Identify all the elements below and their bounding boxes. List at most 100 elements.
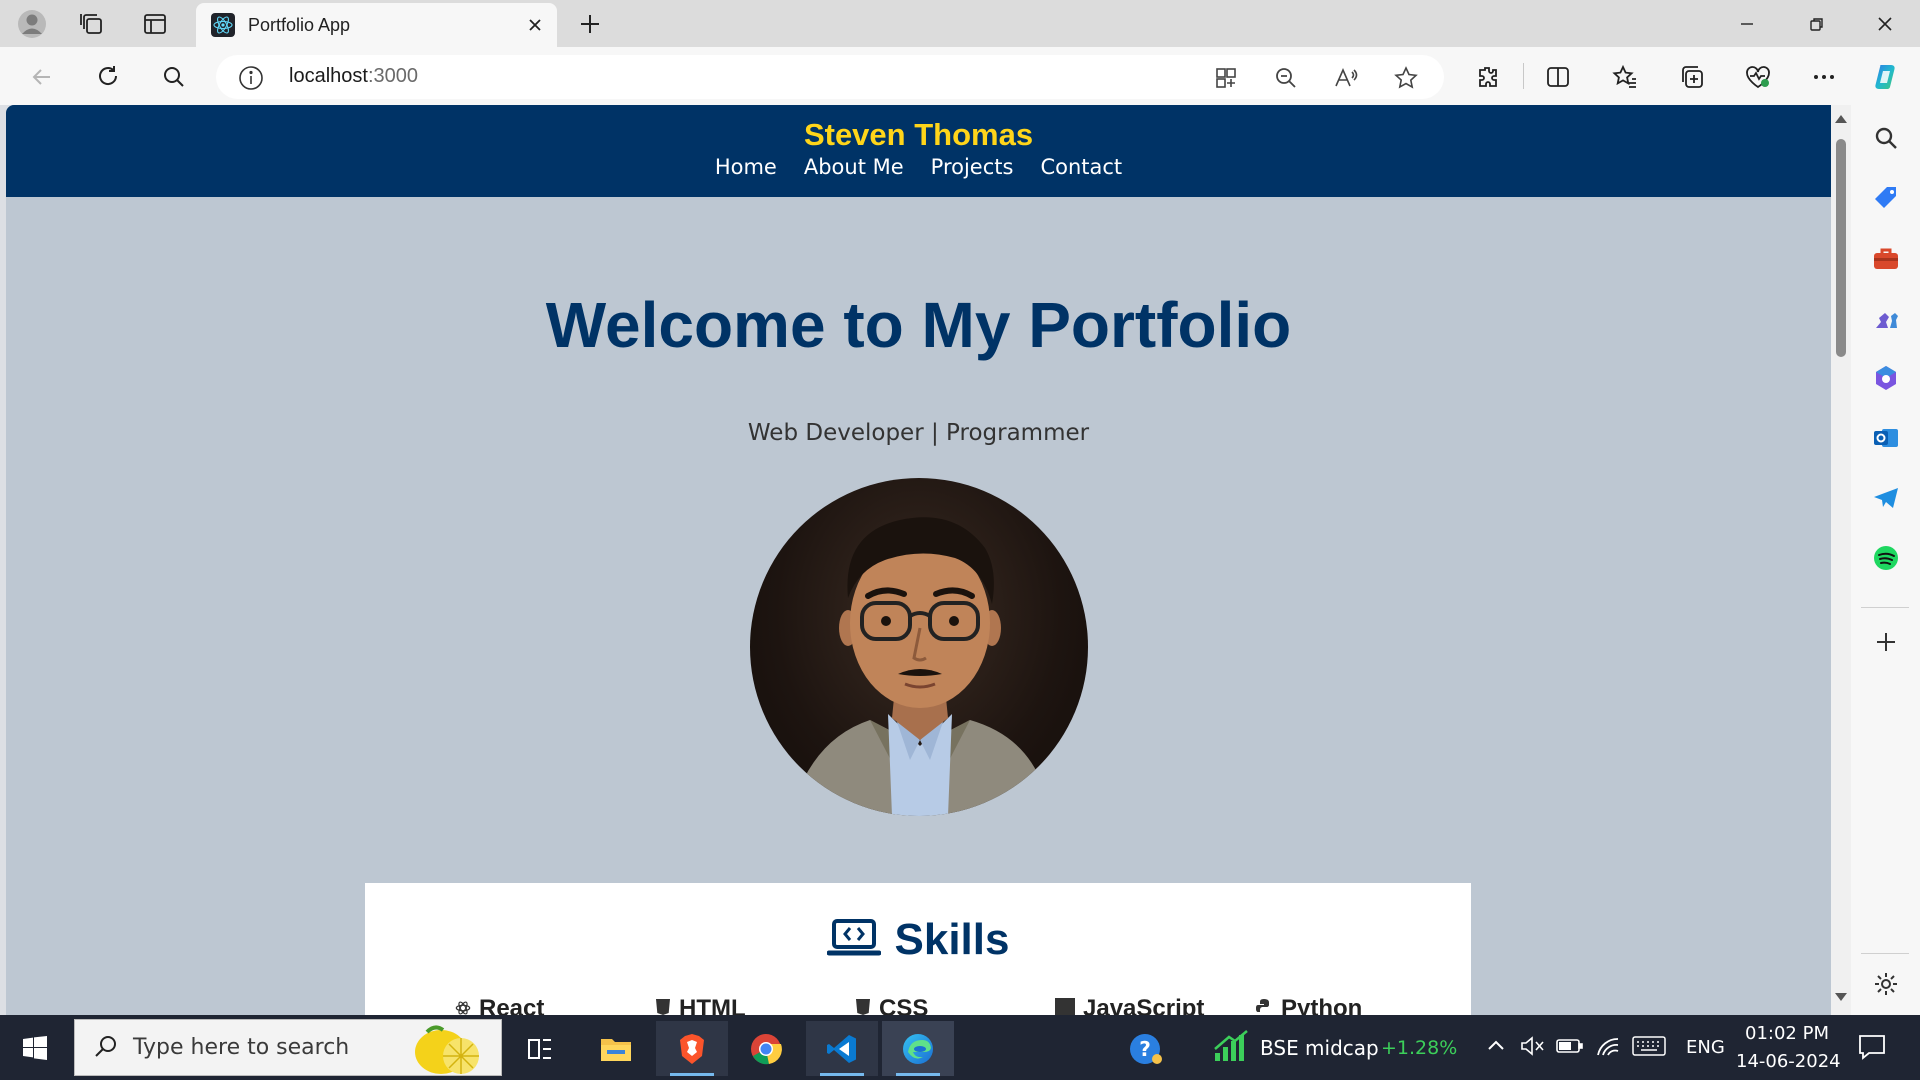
site-header: Steven Thomas Home About Me Projects Con…: [6, 105, 1831, 197]
nav-home-link[interactable]: Home: [715, 155, 777, 179]
sidebar-shopping-icon[interactable]: [1869, 181, 1903, 215]
windows-taskbar: Type here to search ? BSE midcap +1.28%: [0, 1015, 1920, 1080]
edge-browser-icon[interactable]: [882, 1021, 954, 1076]
brave-browser-icon[interactable]: [656, 1021, 728, 1076]
hero-subtitle: Web Developer | Programmer: [747, 420, 1090, 446]
react-favicon-icon: [210, 12, 236, 38]
input-language[interactable]: ENG: [1686, 1037, 1725, 1058]
sidebar-spotify-icon[interactable]: [1869, 541, 1903, 575]
scrollbar-thumb[interactable]: [1836, 139, 1846, 357]
more-options-icon[interactable]: [1804, 57, 1844, 97]
url-host: localhost: [289, 65, 368, 87]
browser-essentials-icon[interactable]: [1738, 57, 1778, 97]
search-placeholder: Type here to search: [133, 1035, 350, 1060]
nav-contact-link[interactable]: Contact: [1040, 155, 1122, 179]
windows-start-icon[interactable]: [10, 1027, 60, 1069]
skill-label: HTML: [679, 995, 746, 1015]
restore-icon[interactable]: [1782, 0, 1852, 47]
favorite-star-icon[interactable]: [1392, 64, 1420, 92]
minimize-icon[interactable]: [1712, 0, 1782, 47]
nav-about-link[interactable]: About Me: [804, 155, 904, 179]
skills-title: Skills: [894, 915, 1010, 964]
skill-label: Python: [1281, 995, 1363, 1015]
show-hidden-icons-chevron-icon[interactable]: [1486, 1037, 1506, 1057]
taskbar-search-box[interactable]: Type here to search: [74, 1019, 502, 1076]
address-bar[interactable]: localhost:3000: [216, 55, 1444, 99]
vscode-icon[interactable]: [806, 1021, 878, 1076]
close-tab-icon[interactable]: [521, 11, 549, 39]
volume-muted-icon[interactable]: [1520, 1035, 1546, 1061]
html5-icon: [655, 995, 671, 1015]
new-tab-icon[interactable]: [572, 6, 608, 42]
active-app-indicator: [670, 1073, 714, 1076]
laptop-code-icon: [826, 917, 882, 963]
file-explorer-icon[interactable]: [580, 1021, 652, 1076]
nav-projects-link[interactable]: Projects: [931, 155, 1014, 179]
skills-section: Skills React HTML CSS JavaScript Python: [365, 883, 1471, 1015]
zoom-out-icon[interactable]: [1272, 64, 1300, 92]
collections-icon[interactable]: [1672, 57, 1712, 97]
sidebar-search-icon[interactable]: [1869, 121, 1903, 155]
active-app-indicator: [896, 1073, 940, 1076]
skill-react: React: [455, 995, 655, 1015]
clock-date[interactable]: 14-06-2024: [1736, 1051, 1841, 1072]
skill-python: Python: [1255, 995, 1455, 1015]
profile-avatar-icon[interactable]: [14, 6, 50, 42]
sidebar-games-icon[interactable]: [1869, 301, 1903, 335]
tab-portfolio-app[interactable]: Portfolio App: [196, 3, 557, 47]
app-available-icon[interactable]: [1212, 64, 1240, 92]
sidebar-settings-gear-icon[interactable]: [1869, 967, 1903, 1001]
skill-label: CSS: [879, 995, 929, 1015]
skill-label: React: [479, 995, 545, 1015]
scroll-down-arrow-icon[interactable]: [1835, 993, 1847, 1001]
site-name: Steven Thomas: [803, 117, 1034, 152]
tab-strip: Portfolio App: [0, 0, 1920, 47]
sidebar-add-icon[interactable]: [1869, 625, 1903, 659]
extensions-icon[interactable]: [1468, 57, 1508, 97]
stock-chart-icon[interactable]: [1212, 1029, 1250, 1067]
hero-title: Welcome to My Portfolio: [545, 289, 1292, 361]
browser-toolbar: localhost:3000: [0, 47, 1920, 105]
workspaces-icon[interactable]: [74, 6, 110, 42]
clock-time[interactable]: 01:02 PM: [1745, 1023, 1829, 1044]
favorites-icon[interactable]: [1605, 57, 1645, 97]
sidebar-m365-icon[interactable]: [1869, 361, 1903, 395]
react-icon: [455, 995, 471, 1015]
notifications-icon[interactable]: [1857, 1033, 1887, 1065]
page-scrollbar[interactable]: [1831, 105, 1851, 1015]
stock-name[interactable]: BSE midcap: [1260, 1036, 1379, 1060]
read-aloud-icon[interactable]: [1332, 64, 1360, 92]
search-magnifier-icon: [93, 1034, 119, 1064]
wifi-icon[interactable]: [1596, 1035, 1622, 1061]
touch-keyboard-icon[interactable]: [1632, 1035, 1666, 1061]
css3-icon: [855, 995, 871, 1015]
url-text[interactable]: localhost:3000: [289, 65, 418, 88]
skill-label: JavaScript: [1083, 995, 1205, 1015]
sidebar-tools-icon[interactable]: [1869, 241, 1903, 275]
sidebar-outlook-icon[interactable]: [1869, 421, 1903, 455]
close-window-icon[interactable]: [1850, 0, 1920, 47]
scroll-up-arrow-icon[interactable]: [1835, 115, 1847, 123]
sidebar-separator: [1861, 607, 1909, 608]
url-port: :3000: [367, 65, 418, 87]
tab-actions-icon[interactable]: [137, 6, 173, 42]
chrome-icon[interactable]: [730, 1021, 802, 1076]
skill-javascript: JavaScript: [1055, 995, 1255, 1015]
task-view-icon[interactable]: [504, 1021, 576, 1076]
search-icon[interactable]: [154, 57, 194, 97]
back-arrow-icon[interactable]: [22, 57, 62, 97]
tab-title: Portfolio App: [248, 14, 351, 35]
sidebar-telegram-icon[interactable]: [1869, 481, 1903, 515]
toolbar-separator: [1523, 63, 1524, 89]
skills-list: React HTML CSS JavaScript Python: [455, 995, 1455, 1015]
refresh-icon[interactable]: [88, 57, 128, 97]
help-icon[interactable]: ?: [1128, 1032, 1164, 1070]
battery-icon[interactable]: [1556, 1037, 1584, 1059]
lemon-search-highlight-icon: [405, 1022, 489, 1080]
site-info-icon[interactable]: [238, 65, 264, 91]
skill-html: HTML: [655, 995, 855, 1015]
page-viewport: Steven Thomas Home About Me Projects Con…: [6, 105, 1831, 1015]
active-app-indicator: [820, 1073, 864, 1076]
copilot-icon[interactable]: [1866, 57, 1906, 97]
split-screen-icon[interactable]: [1538, 57, 1578, 97]
